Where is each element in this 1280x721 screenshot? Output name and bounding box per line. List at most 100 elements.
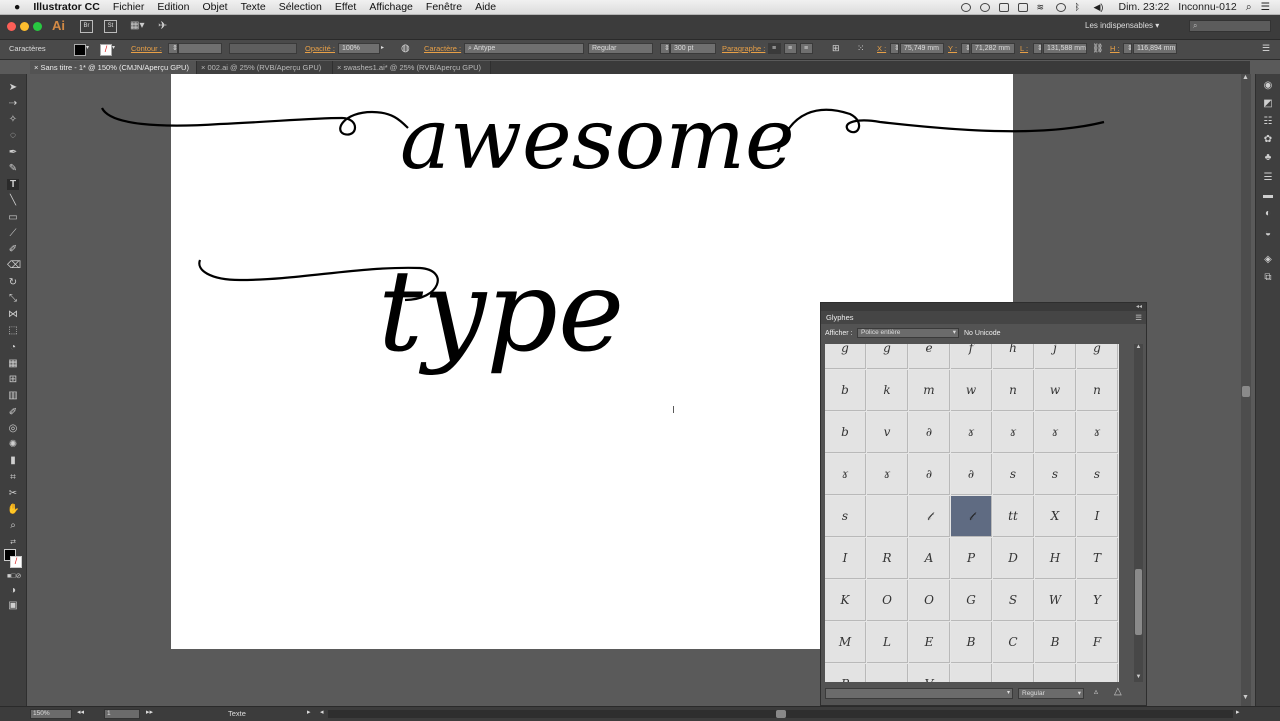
panel-collapse-icon[interactable]: ◂◂ (821, 303, 1146, 311)
scroll-down-icon[interactable]: ▼ (1242, 694, 1249, 701)
glyph-cell[interactable]: k (867, 370, 908, 411)
glyph-cell[interactable]: B (951, 622, 992, 663)
glyph-cell[interactable]: K (825, 580, 866, 621)
glyph-cell[interactable]: s (1077, 454, 1118, 495)
scroll-right-icon[interactable]: ▸ (1236, 708, 1240, 716)
swash-right-awesome (776, 108, 1105, 153)
zoom-out-glyph-icon[interactable]: ▵ (1094, 687, 1098, 696)
glyph-cell[interactable]: s (993, 454, 1034, 495)
glyph-cell[interactable] (1077, 664, 1118, 682)
glyph-cell[interactable]: h (993, 344, 1034, 369)
glyph-cell[interactable]: V (909, 664, 950, 682)
glyph-cell[interactable]: I (1077, 496, 1118, 537)
glyph-cell[interactable]: T (1077, 538, 1118, 579)
glyph-cell[interactable]: O (909, 580, 950, 621)
scroll-up-icon[interactable]: ▲ (1242, 74, 1249, 81)
glyph-cell[interactable]: w (951, 370, 992, 411)
glyph-cell[interactable]: 𝓉 (951, 496, 992, 537)
glyph-cell[interactable]: ɤ (1077, 412, 1118, 453)
glyphs-panel-menu-icon[interactable]: ☰ (1135, 311, 1142, 324)
glyph-cell[interactable]: ɤ (993, 412, 1034, 453)
glyph-cell[interactable]: G (951, 580, 992, 621)
status-menu-arrow-icon[interactable]: ▸ (307, 708, 311, 716)
glyph-cell[interactable]: X (1035, 496, 1076, 537)
glyph-cell[interactable]: D (993, 538, 1034, 579)
glyph-cell[interactable] (993, 664, 1034, 682)
glyph-cell[interactable]: Y (1077, 580, 1118, 621)
show-dropdown-value: Police entière (861, 329, 901, 336)
scroll-up-icon[interactable]: ▲ (1134, 344, 1143, 350)
glyph-cell[interactable]: A (909, 538, 950, 579)
glyph-cell[interactable]: ∂ (909, 454, 950, 495)
glyph-cell[interactable]: W (1035, 580, 1076, 621)
glyph-cell[interactable]: F (1077, 622, 1118, 663)
glyph-cell[interactable]: b (825, 412, 866, 453)
artboard-number-field[interactable]: 1 (104, 709, 140, 719)
glyph-cell[interactable]: w (1035, 370, 1076, 411)
show-label: Afficher : (825, 330, 853, 337)
glyph-cell[interactable]: ∂ (951, 454, 992, 495)
scroll-left-icon[interactable]: ◂ (320, 708, 324, 716)
glyph-cell[interactable]: E (909, 622, 950, 663)
horizontal-scrollbar[interactable] (328, 710, 1233, 718)
current-tool-status[interactable]: Texte (228, 709, 246, 718)
glyph-cell[interactable]: ∂ (909, 412, 950, 453)
glyph-cell[interactable]: P (951, 538, 992, 579)
vertical-scrollbar[interactable]: ▲ ▼ (1241, 74, 1251, 706)
glyph-cell[interactable] (1035, 664, 1076, 682)
type-text[interactable]: type (378, 247, 624, 377)
glyph-cell[interactable]: b (825, 370, 866, 411)
glyph-cell[interactable]: B (1035, 622, 1076, 663)
glyphs-panel: ◂◂ Glyphes ☰ Afficher : Police entière ▾ … (820, 302, 1147, 706)
glyph-style-dropdown[interactable]: Regular ▾ (1018, 688, 1084, 699)
horizontal-scrollbar-thumb[interactable] (776, 710, 786, 718)
glyph-cell[interactable]: R (867, 538, 908, 579)
glyph-font-dropdown[interactable]: ▾ (825, 688, 1013, 699)
glyph-cell[interactable]: H (1035, 538, 1076, 579)
glyphs-panel-title[interactable]: Glyphes (826, 313, 854, 322)
glyph-cell[interactable]: S (993, 580, 1034, 621)
glyph-cell[interactable]: g (825, 344, 866, 369)
glyph-cell[interactable]: s (1035, 454, 1076, 495)
glyph-grid: g g e f h j g b k m w n w n b v ∂ ɤ ɤ ɤ ɤ ɤ ɤ ∂ ∂ s s s s 𝓉 𝓉 tt X I I R A P D… (825, 344, 1119, 682)
zoom-in-glyph-icon[interactable]: △ (1114, 686, 1122, 697)
glyph-cell[interactable]: ɤ (951, 412, 992, 453)
glyph-cell[interactable]: j (1035, 344, 1076, 369)
glyph-cell[interactable]: e (909, 344, 950, 369)
show-dropdown[interactable]: Police entière ▾ (857, 328, 959, 338)
glyph-cell[interactable] (867, 664, 908, 682)
glyph-cell[interactable]: n (993, 370, 1034, 411)
swash-left-awesome (101, 107, 409, 136)
glyph-cell[interactable]: ɤ (1035, 412, 1076, 453)
awesome-text[interactable]: awesome (400, 90, 795, 188)
glyph-cell[interactable]: g (1077, 344, 1118, 369)
next-artboard-icon[interactable]: ▸▸ (146, 708, 153, 716)
scroll-down-icon[interactable]: ▼ (1134, 674, 1143, 680)
glyph-scrollbar[interactable]: ▲ ▼ (1134, 344, 1143, 682)
glyph-cell[interactable]: M (825, 622, 866, 663)
glyph-cell[interactable]: 𝓉 (909, 496, 950, 537)
vertical-scrollbar-thumb[interactable] (1242, 386, 1250, 397)
glyph-cell[interactable]: I (825, 538, 866, 579)
glyph-cell[interactable]: C (993, 622, 1034, 663)
artboard-number: 1 (107, 710, 111, 717)
glyph-cell[interactable]: n (1077, 370, 1118, 411)
glyph-cell[interactable]: f (951, 344, 992, 369)
chevron-down-icon: ▾ (952, 329, 956, 336)
glyph-cell[interactable]: ɤ (825, 454, 866, 495)
glyph-cell[interactable] (951, 664, 992, 682)
glyph-cell[interactable]: m (909, 370, 950, 411)
glyph-cell[interactable]: tt (993, 496, 1034, 537)
glyph-cell[interactable]: L (867, 622, 908, 663)
glyph-cell[interactable]: g (867, 344, 908, 369)
glyph-cell[interactable]: O (867, 580, 908, 621)
zoom-field[interactable]: 150% (30, 709, 72, 719)
glyph-cell[interactable]: v (867, 412, 908, 453)
glyph-cell[interactable] (867, 496, 908, 537)
chevron-down-icon: ▾ (1077, 690, 1081, 697)
glyph-cell[interactable]: ɤ (867, 454, 908, 495)
glyph-cell[interactable]: s (825, 496, 866, 537)
glyph-scrollbar-thumb[interactable] (1135, 569, 1142, 635)
glyph-cell[interactable]: P (825, 664, 866, 682)
previous-artboard-icon[interactable]: ◂◂ (77, 708, 84, 716)
